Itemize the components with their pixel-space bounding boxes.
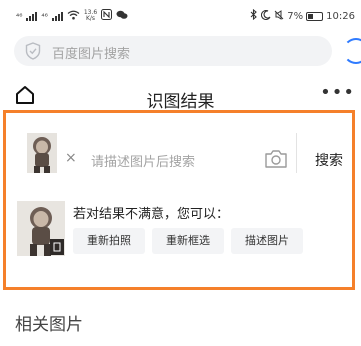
bluetooth-icon	[250, 8, 258, 23]
related-images-title: 相关图片	[15, 315, 83, 335]
remove-image-button[interactable]: ×	[65, 150, 77, 166]
mute-icon	[274, 9, 284, 23]
page-header: 识图结果 •••	[0, 80, 361, 114]
refresh-icon[interactable]	[343, 38, 361, 64]
search-bar[interactable]: 百度图片搜索	[14, 36, 332, 66]
battery-icon	[306, 11, 324, 21]
query-image-thumbnail	[27, 133, 57, 173]
result-image-thumbnail	[17, 201, 65, 256]
search-input[interactable]: 百度图片搜索	[52, 43, 130, 62]
chat-icon	[116, 10, 128, 23]
signal-icon	[26, 11, 38, 21]
network-type-1: ⁴⁶	[16, 11, 23, 21]
moon-icon	[261, 9, 271, 23]
clock: 10:26	[326, 10, 355, 22]
more-icon[interactable]: •••	[320, 82, 355, 103]
shield-icon	[25, 42, 41, 64]
wifi-icon	[67, 10, 80, 23]
battery-percent: 7%	[287, 10, 304, 22]
divider	[296, 133, 297, 173]
retake-photo-button[interactable]: 重新拍照	[73, 228, 145, 254]
net-speed-unit: K/s	[85, 15, 96, 22]
feedback-prompt: 若对结果不满意，您可以：	[73, 207, 230, 222]
camera-icon[interactable]	[264, 149, 288, 173]
status-bar: ⁴⁶ ⁴⁶ 13.6 K/s 7% 10:26	[0, 0, 361, 30]
reselect-area-button[interactable]: 重新框选	[152, 228, 224, 254]
describe-image-input[interactable]: 请描述图片后搜索	[91, 151, 195, 170]
network-type-2: ⁴⁶	[41, 11, 48, 21]
net-speed: 13.6 K/s	[84, 10, 97, 22]
page-title: 识图结果	[146, 92, 215, 112]
nfc-icon	[101, 9, 113, 23]
describe-image-button[interactable]: 描述图片	[231, 228, 303, 254]
signal-icon-2	[51, 11, 63, 21]
search-button[interactable]: 搜索	[315, 150, 343, 170]
